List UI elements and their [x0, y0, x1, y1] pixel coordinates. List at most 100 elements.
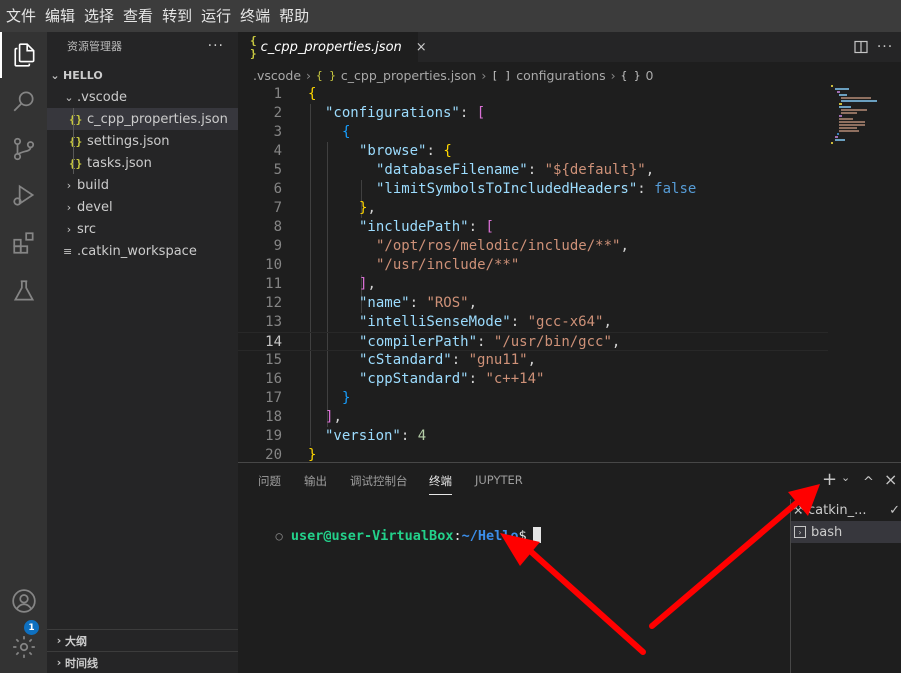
editor-tab-bar: { } c_cpp_properties.json × ···	[238, 32, 901, 62]
code-line[interactable]: 12 "name": "ROS",	[238, 294, 828, 313]
code-line[interactable]: 4 "browse": {	[238, 142, 828, 161]
tree-item-label: .vscode	[77, 89, 127, 105]
chevron-down-icon: ⌄	[64, 90, 74, 104]
tree-item-vscode[interactable]: ⌄ .vscode	[47, 86, 238, 108]
menu-selection[interactable]: 选择	[80, 0, 118, 32]
panel-tab-terminal[interactable]: 终端	[429, 473, 452, 495]
explorer-icon[interactable]	[0, 32, 47, 78]
testing-icon[interactable]	[0, 268, 47, 314]
terminal-prompt[interactable]: ○ user@user-VirtualBox:~/Hello$	[243, 511, 541, 560]
tree-item-tasks[interactable]: {} tasks.json	[47, 152, 238, 174]
code-line[interactable]: 14 "compilerPath": "/usr/bin/gcc",	[238, 332, 828, 351]
more-actions-icon[interactable]: ···	[876, 38, 894, 56]
chevron-down-icon[interactable]: ⌄	[841, 471, 850, 484]
line-number: 20	[265, 447, 282, 462]
menu-help[interactable]: 帮助	[275, 0, 313, 32]
tree-item-settings[interactable]: {} settings.json	[47, 130, 238, 152]
manage-gear-icon[interactable]	[0, 624, 47, 670]
code-text: "configurations": [	[325, 105, 486, 121]
code-text: "/usr/include/**"	[376, 257, 520, 273]
code-line[interactable]: 9 "/opt/ros/melodic/include/**",	[238, 237, 828, 256]
close-icon[interactable]: ×	[416, 40, 427, 55]
source-control-icon[interactable]	[0, 126, 47, 172]
code-line[interactable]: 11],	[238, 275, 828, 294]
code-line[interactable]: 3{	[238, 123, 828, 142]
tree-item-src[interactable]: › src	[47, 218, 238, 240]
breadcrumb-item[interactable]: c_cpp_properties.json	[341, 68, 476, 83]
activity-bar	[0, 32, 47, 673]
menu-go[interactable]: 转到	[158, 0, 196, 32]
code-text: "includePath": [	[359, 219, 494, 235]
panel-tab-debug-console[interactable]: 调试控制台	[350, 473, 408, 495]
workspace-root[interactable]: ⌄ HELLO	[47, 64, 238, 86]
run-debug-icon[interactable]	[0, 172, 47, 218]
code-line[interactable]: 13 "intelliSenseMode": "gcc-x64",	[238, 313, 828, 332]
close-panel-icon[interactable]: ×	[884, 470, 897, 489]
code-line[interactable]: 19 "version": 4	[238, 427, 828, 446]
breadcrumb-item[interactable]: .vscode	[253, 68, 301, 83]
terminal-entry-catkin[interactable]: ⚒ catkin_... ✓	[791, 499, 901, 521]
menu-run[interactable]: 运行	[197, 0, 235, 32]
split-editor-icon[interactable]	[852, 38, 870, 56]
tree-item-catkin-workspace[interactable]: ≡ .catkin_workspace	[47, 240, 238, 262]
minimap[interactable]	[831, 85, 891, 145]
tree-item-label: devel	[77, 199, 113, 215]
line-number: 18	[265, 409, 282, 425]
timeline-section[interactable]: › 时间线	[47, 651, 238, 673]
code-line[interactable]: 10 "/usr/include/**"	[238, 256, 828, 275]
tree-item-devel[interactable]: › devel	[47, 196, 238, 218]
new-terminal-icon[interactable]: +	[822, 469, 837, 490]
code-text: ],	[325, 409, 342, 425]
code-line[interactable]: 17}	[238, 389, 828, 408]
code-line[interactable]: 1{	[238, 85, 828, 104]
tab-c-cpp-properties[interactable]: { } c_cpp_properties.json ×	[238, 32, 427, 62]
line-number: 2	[273, 105, 282, 121]
tree-item-c-cpp-properties[interactable]: {} c_cpp_properties.json	[47, 108, 238, 130]
code-line[interactable]: 6 "limitSymbolsToIncludedHeaders": false	[238, 180, 828, 199]
account-icon[interactable]	[0, 578, 47, 624]
breadcrumb-item[interactable]: 0	[646, 68, 654, 83]
code-editor[interactable]: 1{2 "configurations": [ 3{4 "browse": {5 "da…	[238, 85, 901, 462]
breadcrumb-item[interactable]: configurations	[516, 68, 605, 83]
array-icon: [ ]	[491, 68, 512, 82]
panel-tab-problems[interactable]: 问题	[258, 473, 281, 495]
code-text: "databaseFilename": "${default}",	[376, 162, 655, 178]
maximize-panel-icon[interactable]: ^	[863, 475, 874, 490]
menu-terminal[interactable]: 终端	[236, 0, 274, 32]
menu-view[interactable]: 查看	[119, 0, 157, 32]
terminal-path: ~/Hello	[461, 528, 519, 544]
terminal-entry-bash[interactable]: › bash	[791, 521, 901, 543]
terminal-cursor	[532, 527, 541, 543]
search-icon[interactable]	[0, 78, 47, 124]
code-line[interactable]: 15 "cStandard": "gnu11",	[238, 351, 828, 370]
editor-area: { } c_cpp_properties.json × ··· .vscode …	[238, 32, 901, 462]
tree-item-build[interactable]: › build	[47, 174, 238, 196]
more-actions-icon[interactable]: ···	[208, 38, 224, 54]
code-line[interactable]: 20}	[238, 446, 828, 462]
code-line[interactable]: 16 "cppStandard": "c++14"	[238, 370, 828, 389]
code-text: "name": "ROS",	[359, 295, 478, 311]
extensions-icon[interactable]	[0, 220, 47, 266]
panel-tab-jupyter[interactable]: JUPYTER	[475, 473, 523, 495]
code-line[interactable]: 2 "configurations": [	[238, 104, 828, 123]
line-number: 3	[273, 124, 282, 140]
terminal-list: ⚒ catkin_... ✓ › bash	[790, 499, 901, 673]
line-number: 13	[265, 314, 282, 330]
menu-edit[interactable]: 编辑	[41, 0, 79, 32]
outline-section[interactable]: › 大纲	[47, 629, 238, 651]
panel-tab-output[interactable]: 输出	[304, 473, 327, 495]
tab-label: c_cpp_properties.json	[260, 39, 402, 55]
menu-bar: 文件 编辑 选择 查看 转到 运行 终端 帮助	[0, 0, 901, 32]
line-number: 12	[265, 295, 282, 311]
code-line[interactable]: 18],	[238, 408, 828, 427]
terminal-entry-label: bash	[811, 524, 843, 540]
tree-item-label: tasks.json	[87, 155, 152, 171]
tree-item-label: settings.json	[87, 133, 170, 149]
tree-item-label: c_cpp_properties.json	[87, 111, 228, 127]
code-line[interactable]: 8 "includePath": [	[238, 218, 828, 237]
code-line[interactable]: 5 "databaseFilename": "${default}",	[238, 161, 828, 180]
code-line[interactable]: 7},	[238, 199, 828, 218]
chevron-right-icon: ›	[56, 656, 62, 669]
menu-file[interactable]: 文件	[2, 0, 40, 32]
line-number: 7	[273, 200, 282, 216]
